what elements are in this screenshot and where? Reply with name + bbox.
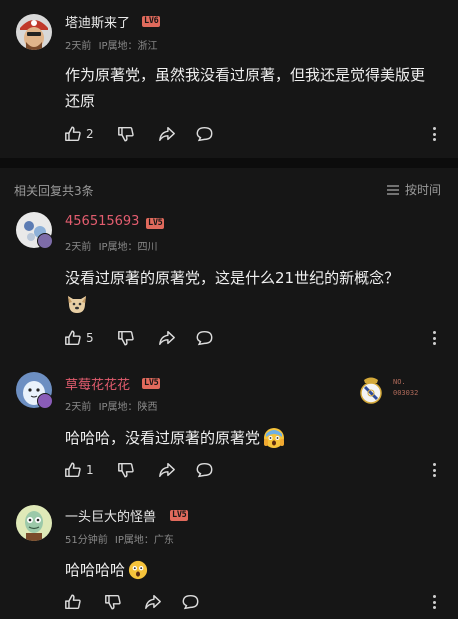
thumbs-up-icon bbox=[65, 594, 81, 610]
ip-location: IP属地：广东 bbox=[114, 535, 174, 546]
comment-meta: 2天前 IP属地：四川 bbox=[65, 238, 158, 253]
username[interactable]: 草莓花花花 bbox=[65, 374, 130, 393]
thumbs-up-icon bbox=[65, 126, 81, 142]
comment-icon bbox=[196, 330, 213, 346]
like-count: 2 bbox=[86, 127, 94, 141]
comment-time: 51分钟前 bbox=[65, 535, 108, 546]
club-crest-icon bbox=[360, 377, 382, 404]
thumbs-up-icon bbox=[65, 330, 81, 346]
more-options-icon[interactable] bbox=[433, 127, 437, 144]
username[interactable]: 一头巨大的怪兽 bbox=[65, 506, 156, 525]
comment-icon bbox=[196, 126, 213, 142]
level-badge: LV5 bbox=[146, 218, 165, 229]
share-icon bbox=[159, 126, 175, 142]
comment-meta: 2天前 IP属地：浙江 bbox=[65, 37, 158, 52]
more-options-icon[interactable] bbox=[433, 595, 437, 612]
ip-location: IP属地：浙江 bbox=[98, 41, 158, 52]
username[interactable]: 塔迪斯来了 bbox=[65, 12, 130, 31]
ip-location: IP属地：陕西 bbox=[98, 402, 158, 413]
level-badge: LV5 bbox=[170, 510, 189, 521]
comment-text: 没看过原著的原著党，这是什么21世纪的新概念？ bbox=[65, 269, 400, 287]
share-icon bbox=[159, 462, 175, 478]
thumbs-up-icon bbox=[65, 462, 81, 478]
fan-badge[interactable]: NO. 003032 bbox=[358, 373, 448, 407]
reply-button[interactable] bbox=[195, 124, 214, 144]
share-icon bbox=[145, 594, 161, 610]
share-button[interactable] bbox=[158, 460, 176, 480]
like-count: 1 bbox=[86, 463, 94, 477]
dislike-button[interactable] bbox=[117, 460, 135, 480]
dislike-button[interactable] bbox=[117, 124, 135, 144]
section-divider bbox=[0, 158, 458, 168]
replies-count-title: 相关回复共3条 bbox=[14, 184, 94, 198]
level-badge: LV5 bbox=[142, 378, 161, 389]
share-button[interactable] bbox=[158, 124, 176, 144]
sort-label: 按时间 bbox=[405, 183, 442, 197]
comment-actions bbox=[64, 592, 444, 612]
thumbs-down-icon bbox=[118, 462, 134, 478]
share-icon bbox=[159, 330, 175, 346]
like-button[interactable]: 5 bbox=[64, 328, 94, 348]
share-button[interactable] bbox=[144, 592, 162, 612]
avatar[interactable] bbox=[16, 14, 52, 50]
comment-actions: 1 bbox=[64, 460, 444, 480]
comment-text-line: 哈哈哈哈 bbox=[65, 557, 148, 583]
comment-meta: 51分钟前 IP属地：广东 bbox=[65, 531, 174, 546]
level-badge: LV6 bbox=[142, 16, 161, 27]
comment-actions: 5 bbox=[64, 328, 444, 348]
thumbs-down-icon bbox=[105, 594, 121, 610]
dog-face-emoji bbox=[66, 294, 88, 314]
like-button[interactable]: 2 bbox=[64, 124, 94, 144]
like-button[interactable] bbox=[64, 592, 86, 612]
more-options-icon[interactable] bbox=[433, 463, 437, 480]
comment-actions: 2 bbox=[64, 124, 444, 144]
comment-text-line: 哈哈哈，没看过原著的原著党 bbox=[65, 425, 285, 451]
comment-time: 2天前 bbox=[65, 402, 92, 413]
comment-time: 2天前 bbox=[65, 242, 92, 253]
comment-text: 哈哈哈，没看过原著的原著党 bbox=[65, 429, 261, 447]
comment-icon bbox=[182, 594, 199, 610]
thumbs-down-icon bbox=[118, 126, 134, 142]
avatar-badge bbox=[37, 393, 53, 409]
reply-button[interactable] bbox=[195, 328, 214, 348]
avatar[interactable] bbox=[16, 505, 52, 541]
reply-button[interactable] bbox=[195, 460, 214, 480]
dislike-button[interactable] bbox=[104, 592, 122, 612]
comment-icon bbox=[196, 462, 213, 478]
reply-button[interactable] bbox=[181, 592, 200, 612]
shocked-face-emoji bbox=[264, 428, 285, 448]
comment-text: 作为原著党，虽然我没看过原著，但我还是觉得美版更还原 bbox=[65, 66, 426, 110]
comment-meta: 2天前 IP属地：陕西 bbox=[65, 398, 158, 413]
shocked-face-emoji bbox=[128, 560, 148, 580]
fan-badge-number: NO. 003032 bbox=[393, 378, 419, 397]
dislike-button[interactable] bbox=[117, 328, 135, 348]
avatar-badge bbox=[37, 233, 53, 249]
share-button[interactable] bbox=[158, 328, 176, 348]
username[interactable]: 456515693 bbox=[65, 214, 139, 229]
comment-text: 哈哈哈哈 bbox=[65, 561, 126, 579]
more-options-icon[interactable] bbox=[433, 331, 437, 348]
like-count: 5 bbox=[86, 331, 94, 345]
thumbs-down-icon bbox=[118, 330, 134, 346]
comment-time: 2天前 bbox=[65, 41, 92, 52]
like-button[interactable]: 1 bbox=[64, 460, 94, 480]
ip-location: IP属地：四川 bbox=[98, 242, 158, 253]
sort-toggle[interactable]: 按时间 bbox=[386, 181, 441, 198]
sort-lines-icon bbox=[387, 184, 399, 195]
